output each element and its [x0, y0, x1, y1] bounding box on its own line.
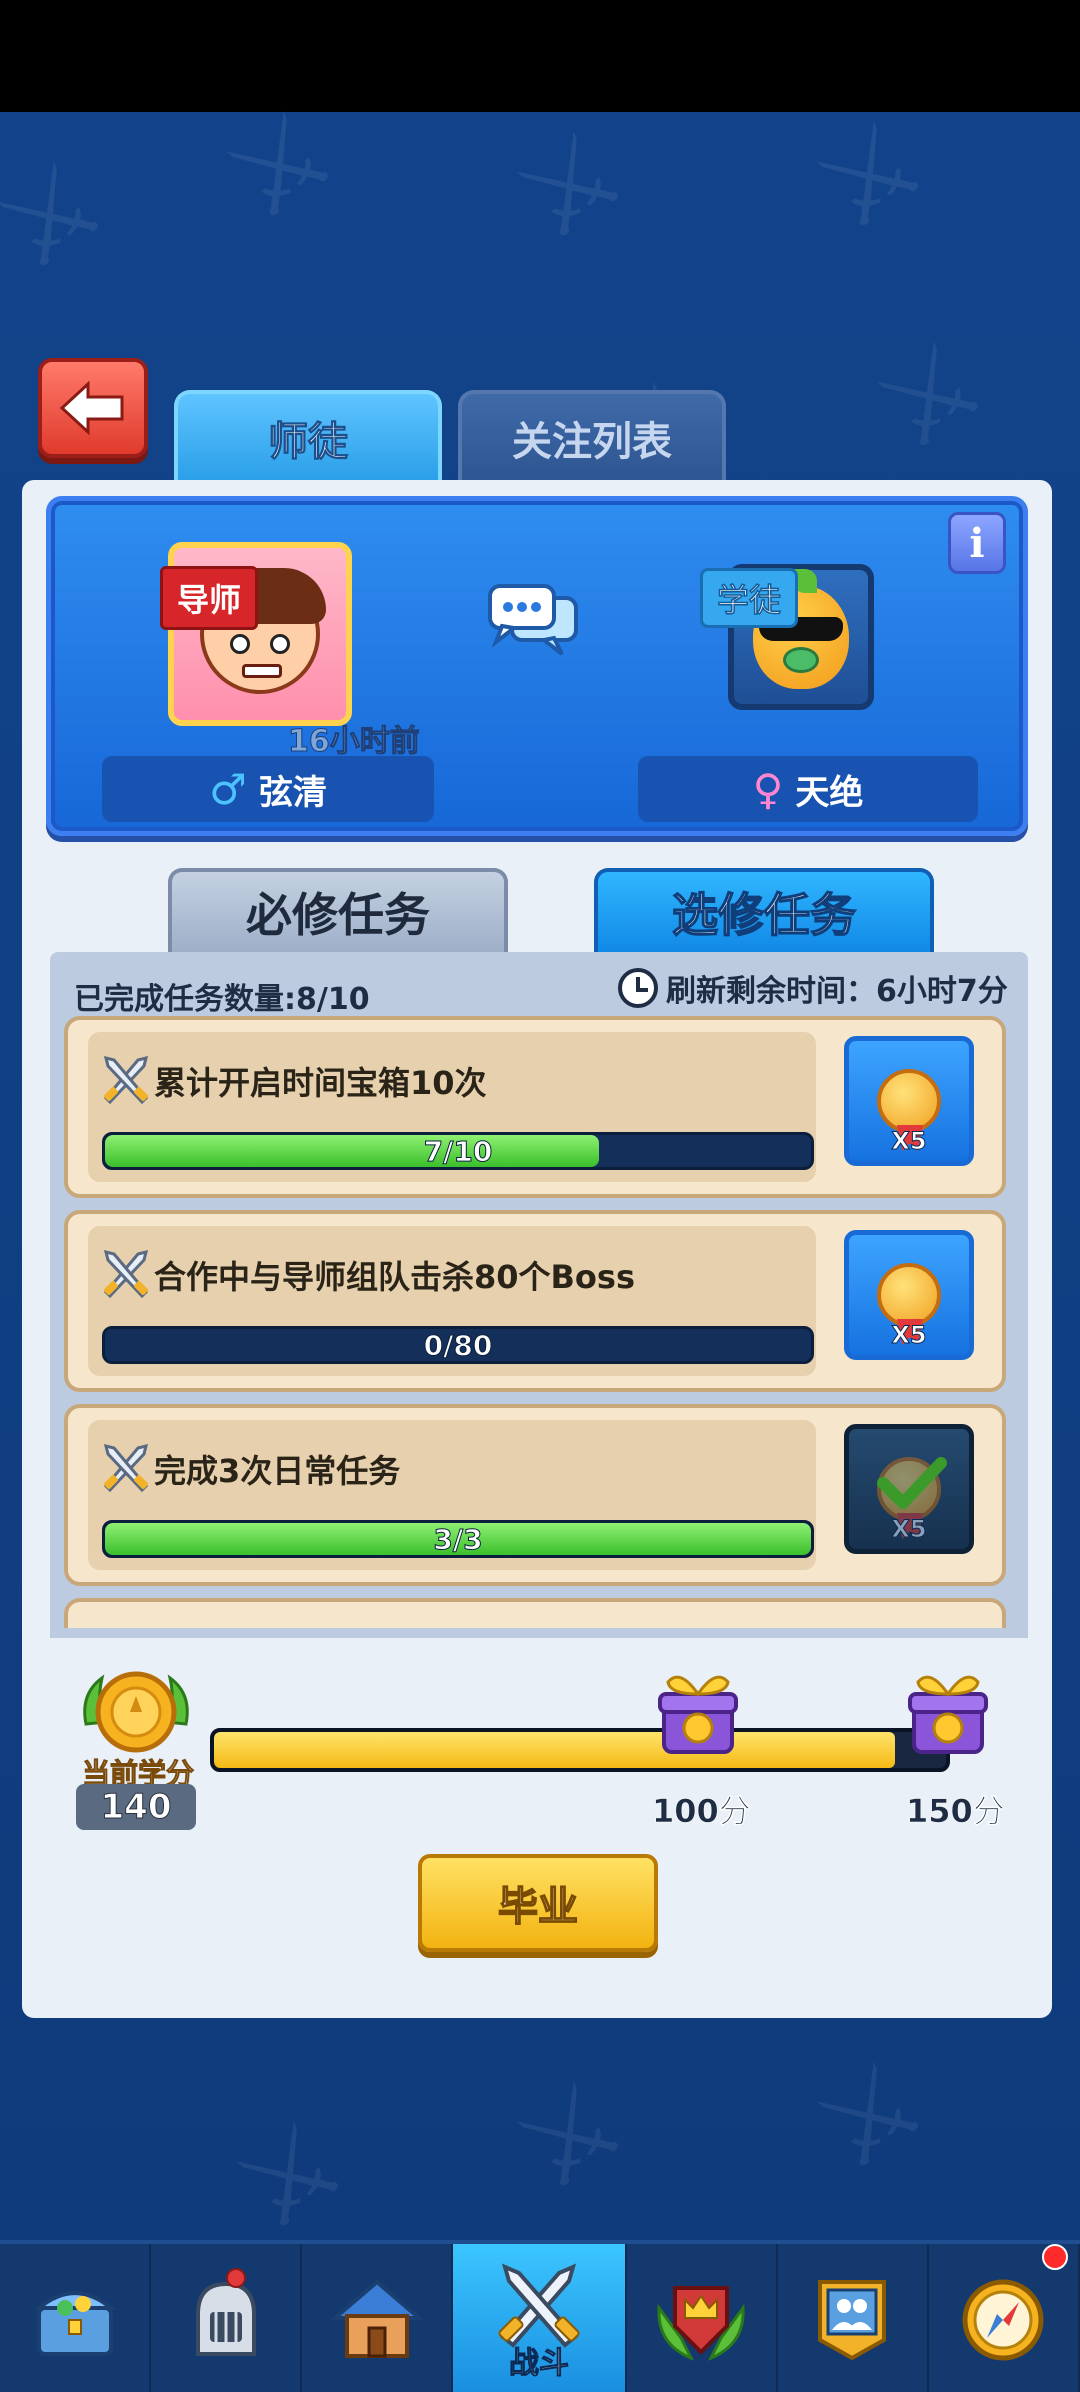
tasks-completed-count: 已完成任务数量:8/10	[74, 982, 370, 1017]
gift-box-icon[interactable]	[900, 1664, 996, 1760]
treasure-chest-icon	[33, 2291, 117, 2356]
reward-count: X5	[891, 1321, 927, 1350]
task-area-bottom-edge	[50, 1628, 1028, 1638]
nav-treasure[interactable]	[0, 2244, 152, 2392]
nav-social[interactable]	[778, 2244, 929, 2392]
task-reward-claimed: X5	[844, 1424, 974, 1554]
bottom-nav: 战斗	[0, 2240, 1080, 2392]
mentor-last-seen: 16小时前	[288, 724, 421, 760]
tab-required-tasks[interactable]: 必修任务	[168, 868, 508, 952]
crown-shield-icon	[657, 2286, 745, 2361]
student-name: 天绝	[795, 772, 864, 813]
knight-helmet-icon	[195, 2268, 256, 2356]
status-bar	[0, 0, 1080, 112]
tab-follow-list[interactable]: 关注列表	[458, 390, 726, 482]
nav-battle[interactable]: 战斗	[453, 2244, 627, 2392]
tab-elective-tasks[interactable]: 选修任务	[594, 868, 934, 952]
arrow-left-icon	[59, 380, 124, 436]
mentor-name-box: ♂ 弦清	[102, 756, 434, 822]
reward-count: X5	[891, 1515, 927, 1544]
nav-clan[interactable]	[627, 2244, 778, 2392]
clock-icon	[618, 968, 658, 1008]
crossed-swords-icon	[103, 1443, 149, 1493]
score-progress-bar	[210, 1728, 950, 1772]
nav-explore[interactable]	[929, 2244, 1080, 2392]
task-row: 累计开启时间宝箱10次 7/10 X5	[64, 1016, 1006, 1198]
back-button[interactable]	[38, 358, 148, 458]
male-icon: ♂	[209, 764, 247, 814]
task-reward-button[interactable]: X5	[844, 1036, 974, 1166]
task-title: 累计开启时间宝箱10次	[154, 1064, 487, 1102]
task-title: 合作中与导师组队击杀80个Boss	[154, 1258, 636, 1296]
task-progress-bar: 7/10	[102, 1132, 814, 1170]
task-progress-text: 3/3	[433, 1522, 483, 1556]
current-score-value: 140	[76, 1784, 196, 1830]
task-progress-bar: 0/80	[102, 1326, 814, 1364]
nav-hero[interactable]	[151, 2244, 303, 2392]
guild-banner-icon	[818, 2280, 887, 2361]
graduate-button[interactable]: 毕业	[418, 1854, 658, 1952]
medal-icon	[877, 1069, 941, 1133]
task-progress-text: 0/80	[423, 1328, 493, 1362]
crossed-swords-icon	[103, 1055, 149, 1105]
gift-box-icon[interactable]	[650, 1664, 746, 1760]
chat-bubble-icon[interactable]	[484, 580, 584, 660]
nav-home[interactable]	[302, 2244, 454, 2392]
task-progress-text: 7/10	[423, 1134, 493, 1168]
milestone-label: 150分	[906, 1792, 1005, 1831]
info-button[interactable]: i	[948, 512, 1006, 574]
reward-count: X5	[891, 1127, 927, 1156]
mentor-name: 弦清	[258, 772, 327, 813]
checkmark-icon	[877, 1457, 947, 1509]
refresh-timer-text: 刷新剩余时间：6小时7分	[666, 974, 1008, 1009]
task-progress-bar: 3/3	[102, 1520, 814, 1558]
medal-icon	[877, 1263, 941, 1327]
student-tag: 学徒	[700, 568, 799, 628]
house-icon	[329, 2279, 425, 2358]
task-title: 完成3次日常任务	[154, 1452, 401, 1490]
milestone-label: 100分	[652, 1792, 751, 1831]
tab-mentorship[interactable]: 师徒	[174, 390, 442, 482]
crossed-swords-icon	[103, 1249, 149, 1299]
task-reward-button[interactable]: X5	[844, 1230, 974, 1360]
refresh-timer: 刷新剩余时间：6小时7分	[618, 966, 1008, 1010]
mentor-tag: 导师	[160, 566, 259, 630]
student-name-box: ♀ 天绝	[638, 756, 978, 822]
nav-battle-label: 战斗	[508, 2346, 569, 2382]
female-icon: ♀	[752, 764, 784, 814]
compass-icon	[962, 2279, 1044, 2361]
task-row: 完成3次日常任务 3/3 X5	[64, 1404, 1006, 1586]
task-row: 合作中与导师组队击杀80个Boss 0/80 X5	[64, 1210, 1006, 1392]
notification-badge	[1042, 2244, 1069, 2270]
score-progress-fill	[214, 1732, 895, 1768]
